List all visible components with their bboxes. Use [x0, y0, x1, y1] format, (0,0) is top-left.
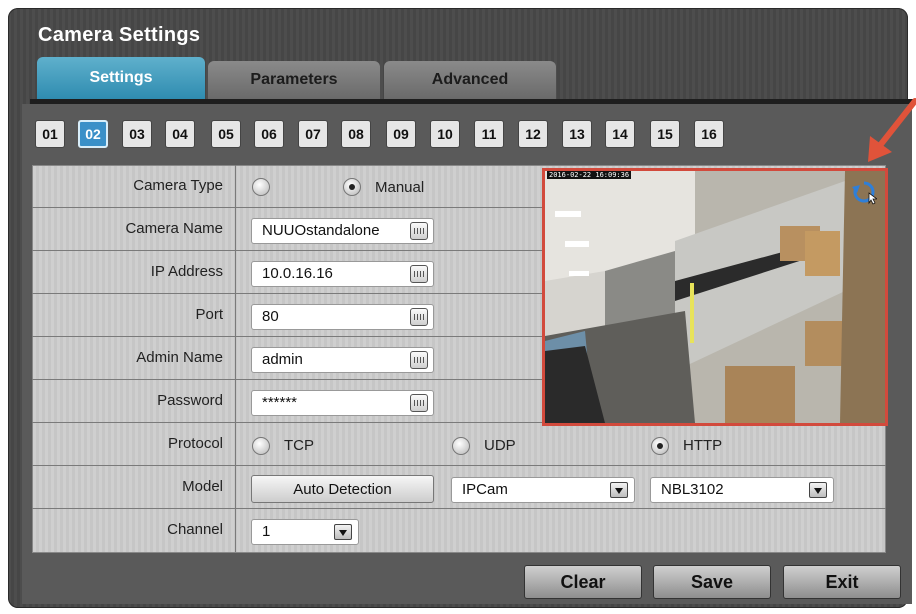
channel-button-16[interactable]: 16 — [694, 120, 724, 148]
keyboard-icon[interactable] — [410, 308, 428, 326]
channel-button-11[interactable]: 11 — [474, 120, 504, 148]
chevron-down-icon[interactable] — [809, 482, 827, 498]
protocol-tcp-radio[interactable] — [252, 437, 270, 455]
tab-advanced[interactable]: Advanced — [384, 61, 556, 99]
protocol-udp-label: UDP — [484, 437, 516, 454]
label-model: Model — [182, 478, 223, 495]
ip-address-value: 10.0.16.16 — [262, 265, 333, 282]
label-admin-name: Admin Name — [136, 349, 223, 366]
channel-button-05[interactable]: 05 — [211, 120, 241, 148]
channel-button-04[interactable]: 04 — [165, 120, 195, 148]
camera-type-auto-radio[interactable] — [252, 178, 270, 196]
channel-button-12[interactable]: 12 — [518, 120, 548, 148]
label-channel: Channel — [167, 521, 223, 538]
exit-button[interactable]: Exit — [783, 565, 901, 599]
channel-button-02[interactable]: 02 — [78, 120, 108, 148]
channel-button-10[interactable]: 10 — [430, 120, 460, 148]
tab-settings[interactable]: Settings — [37, 57, 205, 99]
channel-button-14[interactable]: 14 — [605, 120, 635, 148]
camera-type-manual-radio[interactable] — [343, 178, 361, 196]
row-channel: Channel — [32, 509, 886, 552]
camera-type-manual-label: Manual — [375, 179, 425, 196]
channel-button-07[interactable]: 07 — [298, 120, 328, 148]
label-ip-address: IP Address — [150, 263, 223, 280]
save-button[interactable]: Save — [653, 565, 771, 599]
protocol-udp-radio[interactable] — [452, 437, 470, 455]
chevron-down-icon[interactable] — [334, 524, 352, 540]
model-value: NBL3102 — [661, 481, 724, 498]
preview-timestamp: 2016-02-22 16:09:36 — [547, 171, 632, 179]
brand-value: IPCam — [462, 481, 508, 498]
protocol-http-label: HTTP — [683, 437, 723, 454]
keyboard-icon[interactable] — [410, 351, 428, 369]
auto-detection-button[interactable]: Auto Detection — [251, 475, 434, 503]
label-password: Password — [157, 392, 223, 409]
label-protocol: Protocol — [167, 435, 223, 452]
camera-name-value: NUUOstandalone — [262, 222, 380, 239]
keyboard-icon[interactable] — [410, 222, 428, 240]
chevron-down-icon[interactable] — [610, 482, 628, 498]
channel-button-03[interactable]: 03 — [122, 120, 152, 148]
camera-name-input[interactable]: NUUOstandalone — [251, 218, 434, 244]
camera-preview[interactable]: 2016-02-22 16:09:36 — [542, 168, 888, 426]
ip-address-input[interactable]: 10.0.16.16 — [251, 261, 434, 287]
password-input[interactable]: ****** — [251, 390, 434, 416]
protocol-http-radio[interactable] — [651, 437, 669, 455]
brand-select[interactable]: IPCam — [451, 477, 635, 503]
tab-parameters[interactable]: Parameters — [208, 61, 380, 99]
refresh-icon[interactable] — [851, 179, 877, 205]
label-port: Port — [195, 306, 223, 323]
window-title: Camera Settings — [38, 24, 201, 46]
protocol-tcp-label: TCP — [284, 437, 314, 454]
channel-button-13[interactable]: 13 — [562, 120, 592, 148]
label-camera-name: Camera Name — [125, 220, 223, 237]
keyboard-icon[interactable] — [410, 265, 428, 283]
channel-value: 1 — [262, 523, 271, 540]
channel-select[interactable]: 1 — [251, 519, 359, 545]
channel-button-01[interactable]: 01 — [35, 120, 65, 148]
model-select[interactable]: NBL3102 — [650, 477, 834, 503]
channel-button-15[interactable]: 15 — [650, 120, 680, 148]
annotation-arrow-icon — [868, 98, 916, 162]
port-input[interactable]: 80 — [251, 304, 434, 330]
port-value: 80 — [262, 308, 279, 325]
password-value: ****** — [262, 394, 298, 411]
camera-feed-image — [545, 171, 885, 423]
admin-name-value: admin — [262, 351, 303, 368]
channel-button-08[interactable]: 08 — [341, 120, 371, 148]
channel-button-06[interactable]: 06 — [254, 120, 284, 148]
admin-name-input[interactable]: admin — [251, 347, 434, 373]
channel-button-09[interactable]: 09 — [386, 120, 416, 148]
keyboard-icon[interactable] — [410, 394, 428, 412]
clear-button[interactable]: Clear — [524, 565, 642, 599]
label-camera-type: Camera Type — [133, 177, 223, 194]
